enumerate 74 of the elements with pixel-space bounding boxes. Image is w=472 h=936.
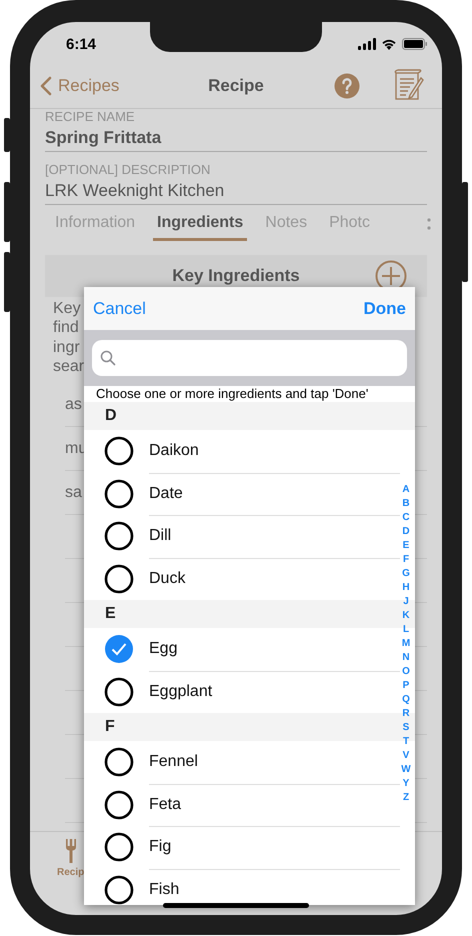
index-letter[interactable]: B	[402, 497, 410, 511]
ingredient-name[interactable]: sa	[65, 484, 82, 502]
section-letter: E	[105, 605, 116, 623]
field-value[interactable]: Spring Frittata	[45, 125, 162, 151]
section-letter: D	[105, 407, 117, 425]
section-title: Key Ingredients	[172, 266, 300, 286]
index-letter[interactable]: V	[402, 749, 410, 763]
tab[interactable]: Photc	[325, 205, 374, 241]
hint-text: Choose one or more ingredients and tap 'Done'	[95, 386, 370, 402]
index-letter[interactable]: A	[402, 483, 410, 497]
search-icon	[100, 350, 116, 366]
battery-icon	[402, 38, 428, 50]
search-field[interactable]	[92, 340, 407, 376]
field-label: RECIPE NAME	[45, 109, 135, 125]
ingredient-option[interactable]: Dill	[149, 527, 172, 546]
chevron-left-icon	[40, 76, 52, 96]
cancel-button[interactable]: Cancel	[93, 298, 146, 318]
ingredient-option[interactable]: Egg	[149, 640, 178, 658]
index-letter[interactable]: D	[402, 525, 410, 539]
status-time: 6:14	[66, 36, 96, 52]
index-letter[interactable]: J	[403, 595, 409, 609]
ingredient-option[interactable]: Date	[149, 484, 183, 503]
index-letter[interactable]: Y	[402, 777, 410, 791]
empty-circle-icon[interactable]	[104, 747, 134, 778]
ingredient-option[interactable]: Fennel	[149, 753, 198, 772]
nav-title: Recipe	[208, 76, 264, 96]
index-letter[interactable]: Z	[402, 791, 410, 805]
empty-circle-icon[interactable]	[104, 790, 134, 820]
empty-circle-icon[interactable]	[104, 478, 134, 509]
signal-icon	[358, 38, 376, 50]
ingredient-option[interactable]: Fish	[149, 880, 180, 899]
notepad-pencil-icon[interactable]	[392, 69, 424, 101]
help-icon[interactable]	[334, 73, 360, 99]
fork-icon	[64, 838, 78, 864]
index-letter[interactable]: K	[402, 609, 410, 623]
ingredient-option[interactable]: Daikon	[149, 442, 199, 460]
index-letter[interactable]: F	[402, 553, 410, 567]
index-letter[interactable]: C	[402, 511, 410, 525]
index-letter[interactable]: Q	[402, 693, 410, 707]
empty-circle-icon[interactable]	[104, 436, 134, 466]
section-letter: F	[105, 718, 115, 736]
index-letter[interactable]: R	[402, 707, 410, 721]
empty-circle-icon[interactable]	[104, 874, 134, 905]
ingredient-option[interactable]: Eggplant	[149, 682, 212, 701]
wifi-icon	[381, 38, 397, 50]
index-letter[interactable]: W	[401, 763, 411, 777]
tab[interactable]: Ingredients	[153, 205, 248, 241]
ingredient-name[interactable]: as	[65, 396, 82, 414]
index-letter[interactable]: H	[402, 581, 410, 595]
index-letter[interactable]: G	[402, 567, 410, 581]
ingredient-option[interactable]: Duck	[149, 570, 186, 588]
ingredient-option[interactable]: Feta	[149, 796, 182, 814]
field-label: [OPTIONAL] DESCRIPTION	[45, 162, 210, 178]
field-value[interactable]: LRK Weeknight Kitchen	[45, 178, 224, 204]
index-letter[interactable]: E	[402, 539, 410, 553]
checked-circle-icon[interactable]	[104, 634, 134, 664]
index-letter[interactable]: M	[402, 637, 410, 651]
index-letter[interactable]: L	[402, 623, 410, 637]
index-letter[interactable]: T	[402, 735, 410, 749]
empty-circle-icon[interactable]	[104, 564, 134, 594]
intro-text: Key find ingr sear	[52, 299, 84, 376]
back-button[interactable]: Recipes	[40, 76, 120, 96]
tab-bar-item[interactable]: Recip	[57, 832, 84, 878]
empty-circle-icon[interactable]	[104, 521, 134, 552]
empty-circle-icon[interactable]	[104, 676, 134, 707]
tab[interactable]: Information	[51, 205, 140, 241]
done-button[interactable]: Done	[364, 298, 406, 318]
tab[interactable]: Notes	[261, 205, 312, 241]
index-letter[interactable]: N	[402, 651, 410, 665]
empty-circle-icon[interactable]	[104, 832, 134, 862]
ingredient-option[interactable]: Fig	[149, 838, 172, 856]
index-letter[interactable]: S	[402, 721, 410, 735]
index-letter[interactable]: O	[402, 665, 410, 679]
index-letter[interactable]: P	[402, 679, 410, 693]
